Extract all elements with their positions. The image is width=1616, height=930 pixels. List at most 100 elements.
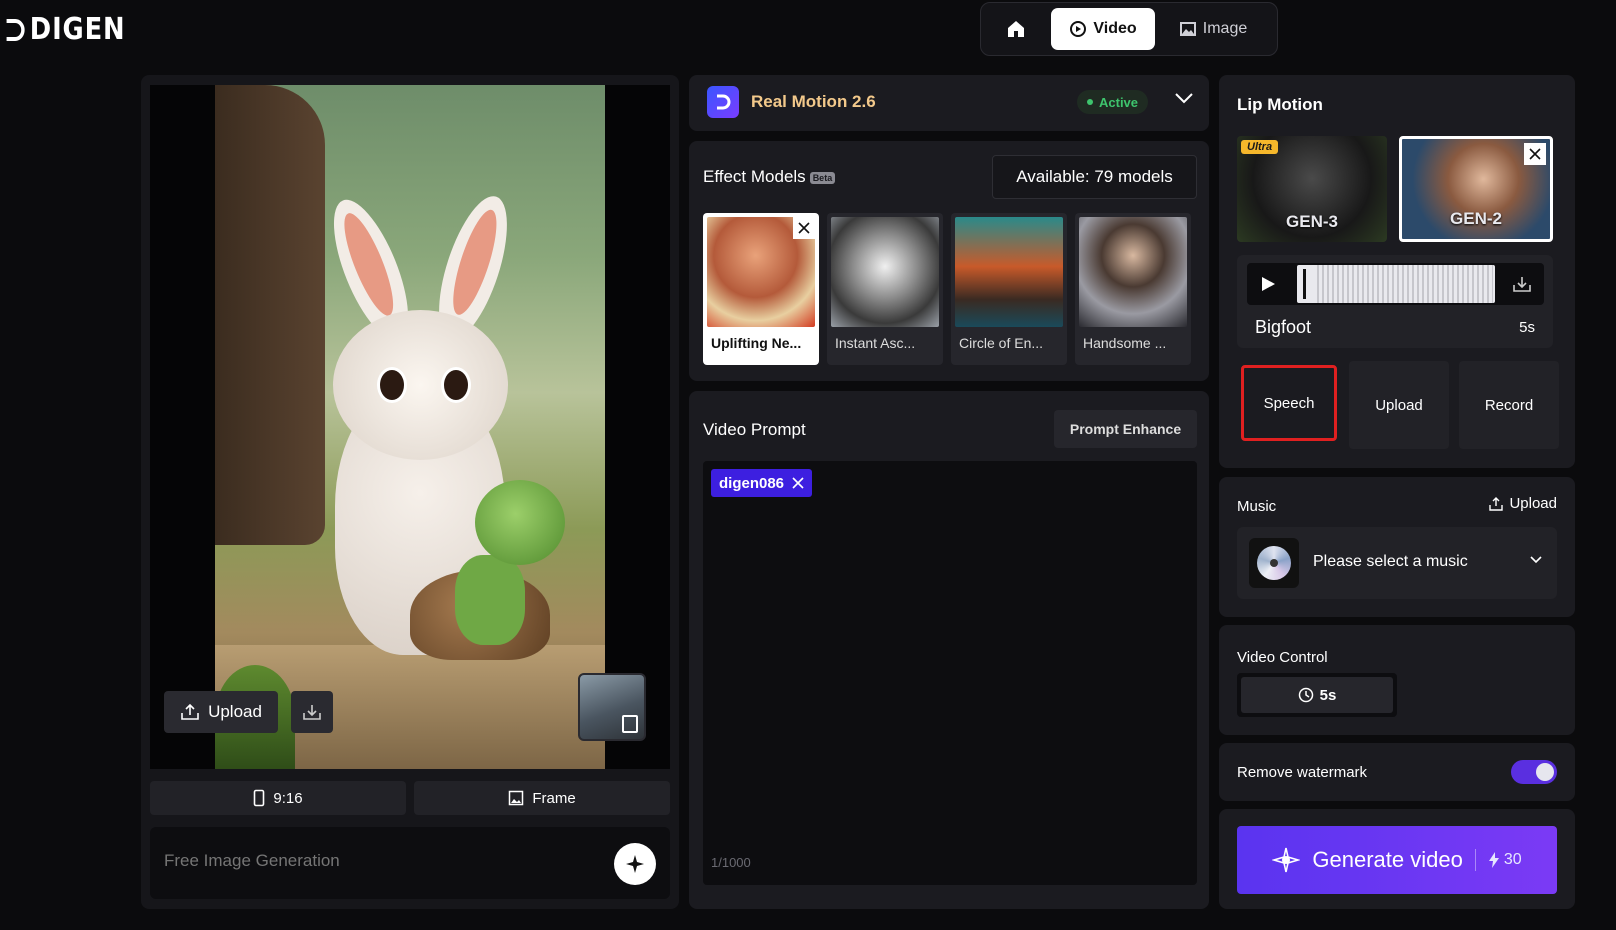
free-image-generation-input[interactable] bbox=[164, 851, 584, 871]
model-and-prompt-panel: Real Motion 2.6 Active Effect Models Beta… bbox=[689, 75, 1209, 909]
effect-card[interactable]: Uplifting Ne... bbox=[703, 213, 819, 365]
lightning-icon bbox=[1488, 852, 1499, 868]
remove-tag-icon[interactable] bbox=[792, 477, 804, 489]
effect-card[interactable]: Instant Asc... bbox=[827, 213, 943, 365]
prompt-tag: digen086 bbox=[711, 469, 813, 497]
chevron-down-icon bbox=[1530, 556, 1542, 564]
generate-video-label: Generate video bbox=[1312, 847, 1463, 872]
end-frame-thumbnail[interactable] bbox=[578, 673, 646, 741]
preview-image bbox=[215, 85, 605, 769]
aspect-ratio-label: 9:16 bbox=[273, 789, 303, 807]
lip-model-gen2[interactable]: GEN-2 bbox=[1399, 136, 1553, 242]
upload-label: Upload bbox=[208, 702, 262, 721]
effect-thumbnail bbox=[1079, 217, 1187, 327]
character-count: 1/1000 bbox=[711, 855, 751, 870]
nav-image-tab[interactable]: Image bbox=[1161, 8, 1265, 50]
music-upload-label: Upload bbox=[1509, 495, 1557, 512]
generate-video-button[interactable]: Generate video 30 bbox=[1237, 826, 1557, 894]
model-logo-icon bbox=[707, 86, 739, 118]
beta-badge: Beta bbox=[809, 171, 836, 184]
available-models-button[interactable]: Available: 79 models bbox=[992, 155, 1197, 199]
upload-audio-button[interactable]: Upload bbox=[1349, 361, 1449, 449]
model-name: Real Motion 2.6 bbox=[751, 92, 876, 111]
audio-player bbox=[1247, 263, 1544, 305]
close-icon[interactable] bbox=[1524, 143, 1546, 165]
music-disc-icon bbox=[1249, 538, 1299, 588]
logo-mark-icon bbox=[6, 18, 25, 41]
effect-models-title: Effect Models bbox=[703, 167, 806, 186]
record-button[interactable]: Record bbox=[1459, 361, 1559, 449]
audio-waveform[interactable] bbox=[1297, 265, 1495, 303]
nav-video-tab[interactable]: Video bbox=[1051, 8, 1155, 50]
generate-cost: 30 bbox=[1503, 851, 1522, 868]
source-image-panel: Upload 9:16 Frame bbox=[141, 75, 679, 909]
effect-label: Handsome ... bbox=[1083, 335, 1167, 351]
frame-label: Frame bbox=[532, 789, 576, 807]
effect-label: Uplifting Ne... bbox=[711, 335, 802, 351]
logo-text: DIGEN bbox=[29, 12, 126, 47]
sparkle-burst-icon bbox=[1272, 847, 1301, 873]
nav-video-label: Video bbox=[1093, 20, 1137, 37]
effect-label: Instant Asc... bbox=[835, 335, 916, 351]
upload-icon bbox=[1489, 496, 1504, 511]
nav-home-button[interactable] bbox=[987, 8, 1045, 50]
effect-label: Circle of En... bbox=[959, 335, 1044, 351]
settings-panel: Lip Motion Ultra GEN-3 GEN-2 Bigfoot 5s bbox=[1219, 75, 1575, 909]
download-icon bbox=[303, 705, 321, 720]
music-title: Music bbox=[1237, 498, 1277, 515]
generate-section: Generate video 30 bbox=[1219, 809, 1575, 909]
sparkle-icon bbox=[626, 855, 644, 873]
voice-audio-card: Bigfoot 5s bbox=[1237, 255, 1553, 348]
effect-card[interactable]: Circle of En... bbox=[951, 213, 1067, 365]
watermark-section: Remove watermark bbox=[1219, 743, 1575, 801]
music-section: Music Upload Please select a music bbox=[1219, 477, 1575, 617]
lip-motion-title: Lip Motion bbox=[1237, 95, 1323, 114]
video-control-section: Video Control 5s bbox=[1219, 625, 1575, 735]
image-icon bbox=[1179, 22, 1196, 36]
music-select-dropdown[interactable]: Please select a music bbox=[1237, 527, 1557, 599]
video-prompt-section: Video Prompt Prompt Enhance digen086 1/1… bbox=[689, 391, 1209, 909]
speech-button[interactable]: Speech bbox=[1241, 365, 1337, 441]
lip-model-gen3[interactable]: Ultra GEN-3 bbox=[1237, 136, 1387, 242]
model-selector[interactable]: Real Motion 2.6 Active bbox=[689, 75, 1209, 131]
digen-logo[interactable]: DIGEN bbox=[4, 12, 126, 47]
status-badge: Active bbox=[1077, 90, 1149, 114]
prompt-enhance-button[interactable]: Prompt Enhance bbox=[1054, 410, 1197, 448]
effect-thumbnail bbox=[831, 217, 939, 327]
video-prompt-title: Video Prompt bbox=[703, 420, 806, 439]
frame-icon bbox=[509, 790, 524, 806]
video-prompt-textarea[interactable]: digen086 1/1000 bbox=[703, 461, 1197, 885]
nav-image-label: Image bbox=[1202, 20, 1248, 37]
upload-image-button[interactable]: Upload bbox=[164, 691, 278, 733]
top-navigation: Video Image bbox=[980, 2, 1278, 56]
download-image-button[interactable] bbox=[291, 691, 333, 733]
upload-music-button[interactable]: Upload bbox=[1489, 495, 1557, 512]
duration-button[interactable]: 5s bbox=[1241, 677, 1393, 713]
chevron-down-icon[interactable] bbox=[1174, 91, 1194, 105]
prompt-tag-label: digen086 bbox=[719, 474, 785, 492]
music-placeholder: Please select a music bbox=[1313, 553, 1468, 570]
play-icon[interactable] bbox=[1259, 275, 1277, 293]
copy-icon bbox=[622, 715, 638, 733]
remove-watermark-toggle[interactable] bbox=[1511, 760, 1557, 784]
video-control-title: Video Control bbox=[1237, 649, 1328, 666]
clock-icon bbox=[1298, 687, 1313, 703]
download-icon[interactable] bbox=[1512, 275, 1532, 293]
frame-button[interactable]: Frame bbox=[414, 781, 670, 815]
lip-model-label: GEN-3 bbox=[1286, 212, 1338, 231]
generate-image-button[interactable] bbox=[614, 843, 656, 885]
upload-icon bbox=[181, 703, 199, 720]
image-preview: Upload bbox=[150, 85, 670, 769]
lip-model-label: GEN-2 bbox=[1450, 209, 1502, 228]
voice-duration: 5s bbox=[1519, 319, 1535, 336]
lip-motion-section: Lip Motion Ultra GEN-3 GEN-2 Bigfoot 5s bbox=[1219, 75, 1575, 468]
effect-card[interactable]: Handsome ... bbox=[1075, 213, 1191, 365]
voice-name: Bigfoot bbox=[1255, 317, 1312, 337]
effect-thumbnail bbox=[955, 217, 1063, 327]
effect-models-section: Effect Models Beta Available: 79 models U… bbox=[689, 141, 1209, 381]
free-image-generation-bar bbox=[150, 827, 670, 899]
close-icon[interactable] bbox=[793, 217, 815, 239]
duration-label: 5s bbox=[1319, 686, 1337, 704]
portrait-icon bbox=[254, 789, 265, 807]
aspect-ratio-button[interactable]: 9:16 bbox=[150, 781, 406, 815]
